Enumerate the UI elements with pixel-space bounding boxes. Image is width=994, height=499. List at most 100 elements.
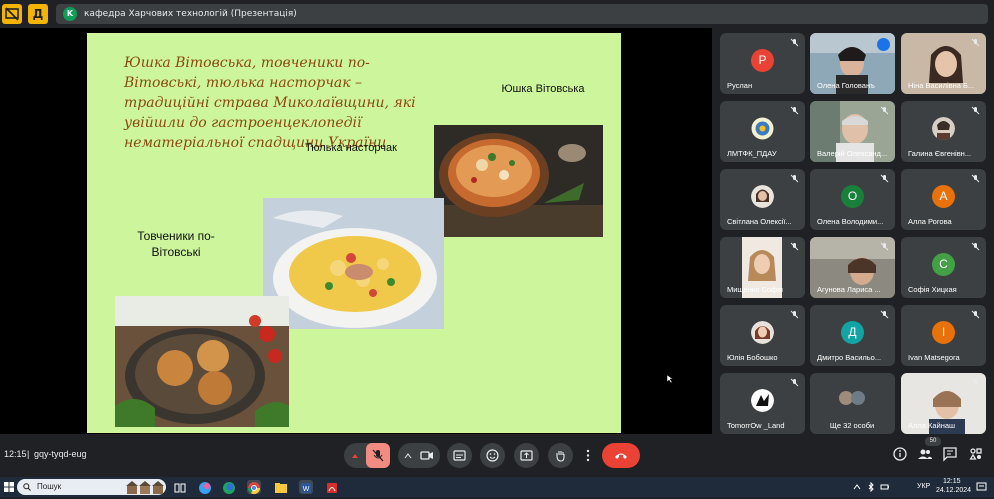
avatar: [751, 321, 774, 344]
mic-off-icon: [880, 310, 889, 319]
participant-tile[interactable]: Мищенко Софія: [720, 237, 805, 298]
hand-icon: [556, 451, 565, 462]
tovcheniki-photo: [115, 296, 289, 427]
mic-off-icon: [971, 174, 980, 183]
participant-tile[interactable]: Ніна Василівна Б...: [901, 33, 986, 94]
leave-call-button[interactable]: [602, 443, 640, 468]
participant-name: Ніна Василівна Б...: [908, 81, 975, 90]
participant-tile[interactable]: Галина Євгенівн...: [901, 101, 986, 162]
mic-off-icon: [372, 449, 384, 462]
mic-toggle-button[interactable]: [366, 443, 390, 468]
avatar: А: [932, 185, 955, 208]
search-placeholder: Пошук: [37, 482, 62, 491]
bluetooth-icon[interactable]: [866, 482, 876, 492]
task-view-icon[interactable]: [173, 480, 187, 494]
participant-tile[interactable]: О Олена Володими...: [810, 169, 895, 230]
mic-off-icon: [790, 106, 799, 115]
avatar: [751, 389, 774, 412]
avatar: [751, 185, 774, 208]
participant-name: TomorrOw _Land: [727, 421, 785, 430]
participant-tile[interactable]: А Алла Рогова: [901, 169, 986, 230]
file-explorer-icon[interactable]: [274, 480, 288, 494]
present-screen-button[interactable]: [514, 443, 539, 468]
battery-icon[interactable]: [880, 482, 890, 492]
copilot-icon[interactable]: [198, 480, 212, 494]
presentation-chip[interactable]: K кафедра Харчових технологій (Презентац…: [56, 4, 988, 24]
participant-tile[interactable]: Д Дмитро Васильо...: [810, 305, 895, 366]
os-taskbar: Пошук W УКР 12:15 24.12.2024: [0, 477, 994, 497]
avatar: О: [841, 185, 864, 208]
language-indicator[interactable]: УКР: [917, 483, 930, 490]
participant-name: ЛМТФК_ПДАУ: [727, 149, 777, 158]
presentation-menu-label: Д: [32, 7, 44, 21]
more-options-button[interactable]: [580, 443, 596, 468]
participant-tile[interactable]: Світлана Олексії...: [720, 169, 805, 230]
more-avatars-icon: [839, 391, 865, 405]
participant-tile[interactable]: Алла Кайнаш: [901, 373, 986, 434]
participant-name: Алла Рогова: [908, 217, 952, 226]
avatar: [751, 117, 774, 140]
present-off-icon: [5, 7, 19, 21]
chevron-up-icon[interactable]: [350, 451, 360, 461]
chevron-up-icon[interactable]: [403, 451, 413, 461]
stop-presenting-button[interactable]: [2, 4, 22, 24]
meeting-code: gqy-tyqd-eug: [34, 449, 87, 459]
participant-tile[interactable]: Агунова Лариса ...: [810, 237, 895, 298]
present-screen-icon: [520, 450, 533, 461]
raise-hand-button[interactable]: [548, 443, 573, 468]
participant-tile[interactable]: I Ivan Matsegora: [901, 305, 986, 366]
search-highlight-image: [126, 481, 164, 494]
participant-tile[interactable]: С Софія Хицкая: [901, 237, 986, 298]
separator: |: [27, 449, 30, 459]
mic-off-icon: [971, 242, 980, 251]
edge-icon[interactable]: [222, 480, 236, 494]
label-tyulka: Тюлька насторчак: [305, 142, 397, 154]
avatar: [932, 117, 955, 140]
people-icon[interactable]: [917, 446, 933, 462]
word-icon[interactable]: W: [299, 480, 313, 494]
mic-off-icon: [971, 310, 980, 319]
windows-start-icon[interactable]: [4, 482, 14, 492]
yushka-photo: [434, 125, 603, 237]
mic-off-icon: [790, 378, 799, 387]
chevron-up-icon[interactable]: [853, 483, 861, 491]
label-tovcheniki: Товченики по-Вітовські: [137, 229, 215, 259]
participant-name: Мищенко Софія: [727, 285, 783, 294]
reactions-button[interactable]: [480, 443, 505, 468]
taskbar-search[interactable]: Пошук: [17, 479, 166, 495]
participant-tile[interactable]: Юлія Бобошко: [720, 305, 805, 366]
more-participants-tile[interactable]: Ще 32 особи: [810, 373, 895, 434]
chrome-icon[interactable]: [247, 480, 261, 495]
participant-name: Ivan Matsegora: [908, 353, 960, 362]
notifications-icon[interactable]: [976, 482, 987, 492]
chat-icon[interactable]: [942, 446, 958, 462]
captions-button[interactable]: [447, 443, 472, 468]
clock-time: 12:15: [943, 478, 961, 485]
participant-name: Ще 32 особи: [829, 421, 875, 430]
mouse-cursor-icon: [667, 375, 673, 383]
meeting-controls-bar: 12:15 | gqy-tyqd-eug 50: [0, 434, 994, 477]
slide: Юшка Вітовська, товченики по-Вітовські, …: [87, 33, 621, 433]
mic-off-icon: [880, 106, 889, 115]
presentation-menu-button[interactable]: Д: [28, 4, 48, 24]
acrobat-icon[interactable]: [325, 480, 339, 494]
mic-off-icon: [971, 106, 980, 115]
participant-name: Юлія Бобошко: [727, 353, 778, 362]
participant-name: Галина Євгенівн...: [908, 149, 972, 158]
captions-icon: [453, 450, 466, 461]
more-vert-icon: [586, 449, 590, 462]
mic-off-icon: [971, 378, 980, 387]
participant-tile[interactable]: TomorrOw _Land: [720, 373, 805, 434]
mic-off-icon: [790, 174, 799, 183]
camera-control-group: [398, 443, 440, 468]
participant-tile[interactable]: Р Руслан: [720, 33, 805, 94]
top-bar: Д K кафедра Харчових технологій (Презент…: [0, 0, 994, 28]
avatar: I: [932, 321, 955, 344]
meeting-info-icon[interactable]: [892, 446, 908, 462]
participant-tile[interactable]: ЛМТФК_ПДАУ: [720, 101, 805, 162]
activities-icon[interactable]: [968, 446, 984, 462]
camera-icon[interactable]: [420, 450, 434, 461]
participant-tile[interactable]: Олена Голованъ: [810, 33, 895, 94]
participant-tile[interactable]: Валерій Олександ...: [810, 101, 895, 162]
avatar: Р: [751, 49, 774, 72]
